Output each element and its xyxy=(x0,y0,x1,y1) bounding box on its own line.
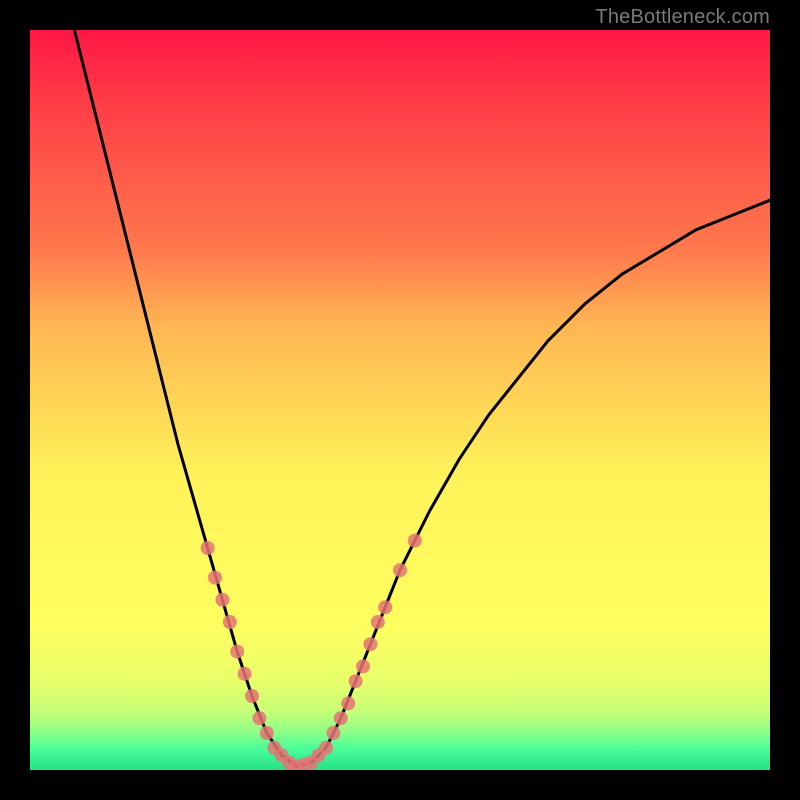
plot-area xyxy=(30,30,770,770)
watermark-text: TheBottleneck.com xyxy=(595,6,770,29)
chart-svg xyxy=(30,30,770,770)
chart-container: TheBottleneck.com xyxy=(0,0,800,800)
bottleneck-curve xyxy=(74,30,770,766)
highlight-dots xyxy=(201,534,422,770)
